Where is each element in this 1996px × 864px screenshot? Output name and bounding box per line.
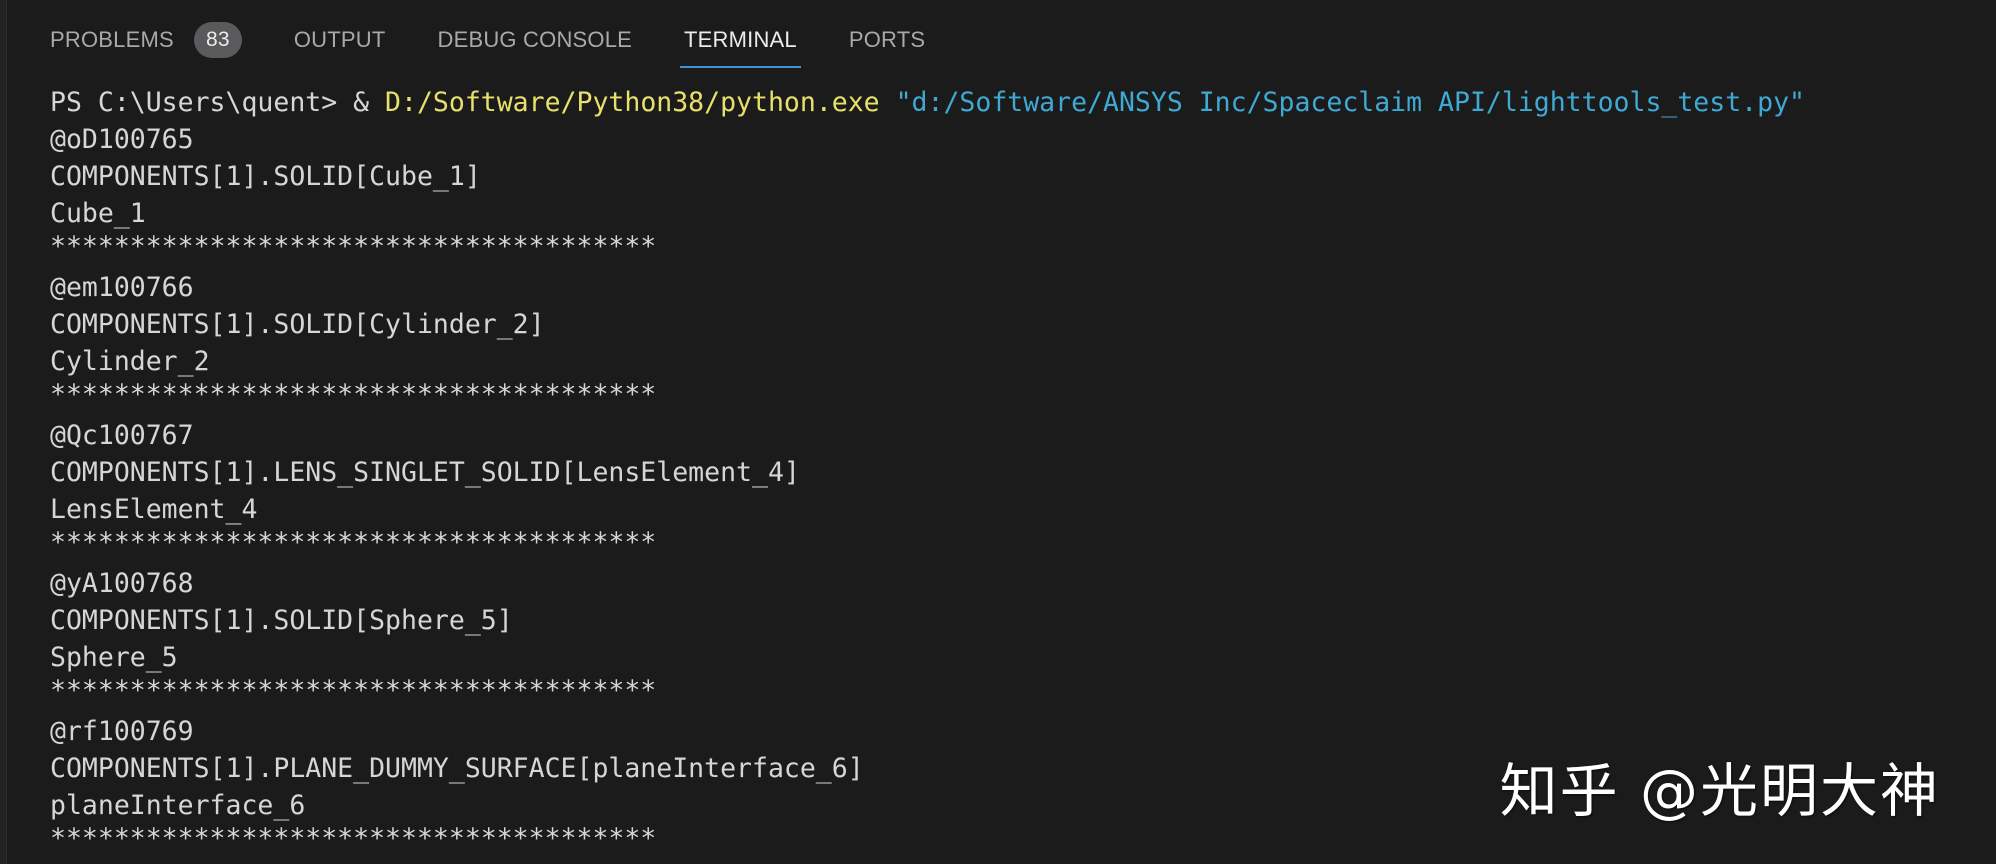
tab-debug-console[interactable]: DEBUG CONSOLE xyxy=(438,12,633,68)
panel-tab-bar: PROBLEMS 83 OUTPUT DEBUG CONSOLE TERMINA… xyxy=(50,12,977,68)
terminal-line: Cube_1 xyxy=(50,198,146,229)
command-executable: D:/Software/Python38/python.exe xyxy=(385,87,880,118)
terminal-line: COMPONENTS[1].SOLID[Cylinder_2] xyxy=(50,309,545,340)
panel-left-edge xyxy=(0,0,7,864)
terminal-separator-line: ************************************** xyxy=(50,527,657,558)
terminal-separator-line: ************************************** xyxy=(50,823,657,854)
terminal-line: @oD100765 xyxy=(50,124,194,155)
terminal-separator-line: ************************************** xyxy=(50,379,657,410)
tab-terminal[interactable]: TERMINAL xyxy=(680,12,801,68)
problems-count-badge: 83 xyxy=(193,22,242,58)
tab-terminal-label: TERMINAL xyxy=(684,27,797,52)
terminal-line: @em100766 xyxy=(50,272,194,303)
command-argument: "d:/Software/ANSYS Inc/Spaceclaim API/li… xyxy=(879,87,1805,118)
terminal-separator-line: ************************************** xyxy=(50,675,657,706)
terminal-line: @yA100768 xyxy=(50,568,194,599)
terminal-line: Sphere_5 xyxy=(50,642,178,673)
tab-ports[interactable]: PORTS xyxy=(849,12,925,68)
terminal-line: COMPONENTS[1].SOLID[Cube_1] xyxy=(50,161,481,192)
terminal-line: @Qc100767 xyxy=(50,420,194,451)
tab-debug-console-label: DEBUG CONSOLE xyxy=(437,27,633,52)
terminal-line: COMPONENTS[1].LENS_SINGLET_SOLID[LensEle… xyxy=(50,457,800,488)
zhihu-watermark: 知乎 @光明大神 xyxy=(1499,757,1940,825)
terminal-command-line: PS C:\Users\quent> & D:/Software/Python3… xyxy=(50,84,1956,121)
terminal-line: COMPONENTS[1].SOLID[Sphere_5] xyxy=(50,605,513,636)
tab-output-label: OUTPUT xyxy=(293,27,386,52)
tab-output[interactable]: OUTPUT xyxy=(294,12,386,68)
terminal-prompt: PS C:\Users\quent> & xyxy=(50,87,386,118)
tab-ports-label: PORTS xyxy=(848,27,926,52)
terminal-separator-line: ************************************** xyxy=(50,231,657,262)
tab-problems-label: PROBLEMS xyxy=(50,27,174,52)
terminal-line: LensElement_4 xyxy=(50,494,258,525)
tab-problems[interactable]: PROBLEMS 83 xyxy=(50,12,242,68)
terminal-line: Cylinder_2 xyxy=(50,346,210,377)
